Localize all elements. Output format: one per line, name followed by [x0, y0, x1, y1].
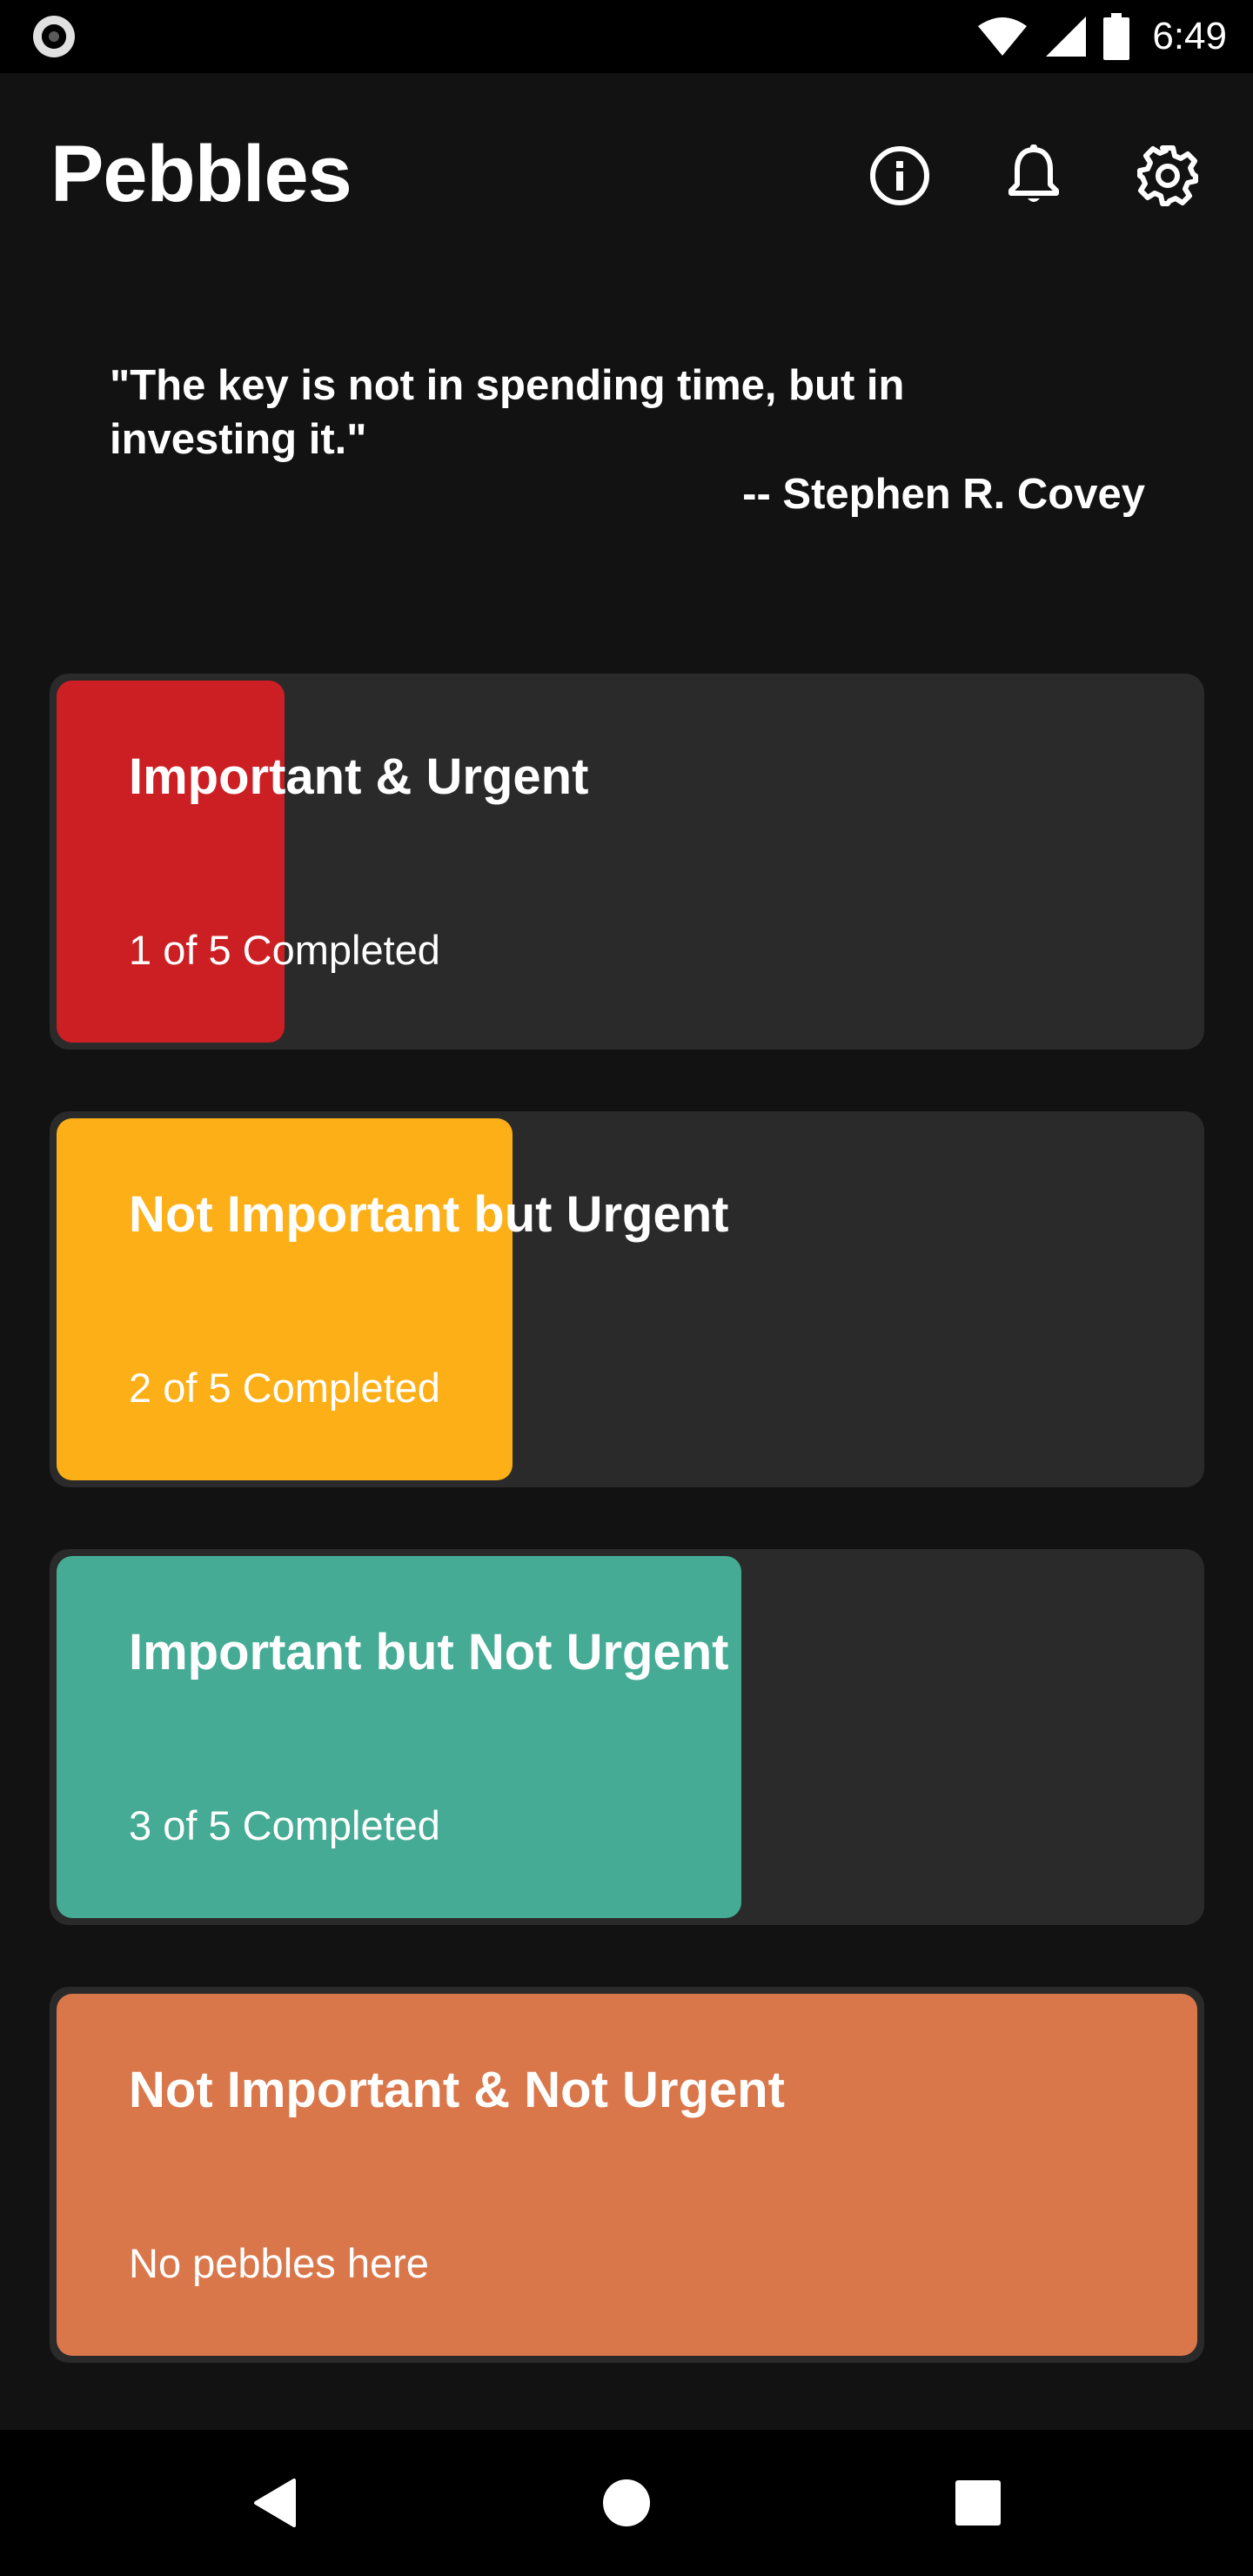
wifi-icon: [978, 17, 1028, 56]
quadrant-status: 3 of 5 Completed: [129, 1802, 440, 1848]
record-icon: [33, 16, 75, 57]
recents-button[interactable]: [935, 2459, 1022, 2546]
quote-text: "The key is not in spending time, but in…: [110, 362, 905, 463]
back-icon: [254, 2479, 296, 2527]
progress-fill: [57, 1994, 1197, 2356]
status-icons: 6:49: [976, 0, 1227, 73]
system-nav-bar: [0, 2430, 1253, 2576]
home-button[interactable]: [583, 2459, 670, 2546]
progress-fill: [57, 1118, 513, 1480]
app-header: Pebbles: [0, 73, 1253, 291]
quadrant-title: Not Important but Urgent: [129, 1186, 729, 1243]
info-button[interactable]: [865, 141, 935, 211]
back-button[interactable]: [231, 2459, 318, 2546]
status-bar: 6:49: [0, 0, 1253, 73]
quadrant-card-not-important-not-urgent[interactable]: Not Important & Not Urgent No pebbles he…: [50, 1987, 1204, 2363]
home-icon: [603, 2479, 650, 2526]
progress-fill: [57, 681, 285, 1043]
bell-icon: [1008, 144, 1059, 202]
progress-fill: [57, 1556, 741, 1918]
quadrant-title: Important & Urgent: [129, 748, 589, 805]
info-icon: [870, 146, 929, 205]
quadrant-status: 2 of 5 Completed: [129, 1365, 440, 1411]
quadrant-status: No pebbles here: [129, 2240, 429, 2286]
cell-signal-icon: [1046, 17, 1087, 57]
notifications-button[interactable]: [999, 141, 1069, 211]
settings-button[interactable]: [1133, 141, 1203, 211]
app-title: Pebbles: [50, 130, 352, 218]
quadrant-status: 1 of 5 Completed: [129, 927, 440, 973]
quadrant-card-important-not-urgent[interactable]: Important but Not Urgent 3 of 5 Complete…: [50, 1549, 1204, 1925]
quote-author: -- Stephen R. Covey: [742, 471, 1145, 518]
battery-icon: [1103, 13, 1130, 60]
quadrant-title: Not Important & Not Urgent: [129, 2062, 785, 2118]
gear-icon: [1137, 145, 1198, 206]
status-time: 6:49: [1152, 15, 1227, 57]
quadrant-card-not-important-urgent[interactable]: Not Important but Urgent 2 of 5 Complete…: [50, 1111, 1204, 1487]
recents-icon: [955, 2480, 1001, 2526]
quadrant-card-important-urgent[interactable]: Important & Urgent 1 of 5 Completed: [50, 674, 1204, 1050]
quote-block: "The key is not in spending time, but in…: [110, 359, 1145, 518]
quadrant-title: Important but Not Urgent: [129, 1624, 729, 1680]
